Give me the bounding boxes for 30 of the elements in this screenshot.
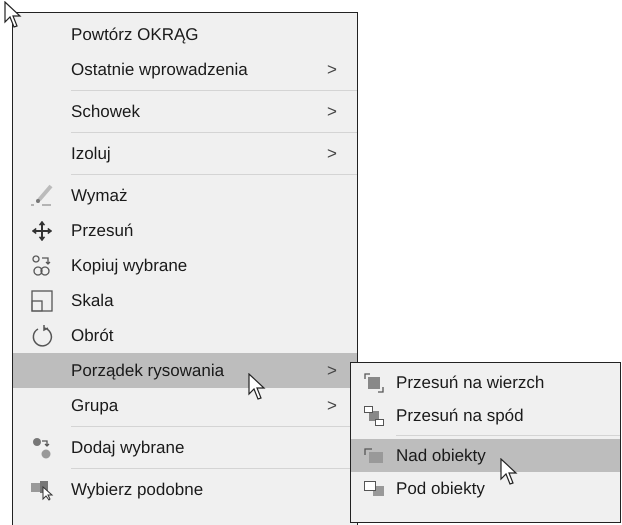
- menu-item[interactable]: Porządek rysowania >: [13, 353, 357, 388]
- menu-item[interactable]: Izoluj >: [13, 136, 357, 171]
- menu-item[interactable]: Powtórz OKRĄG: [13, 17, 357, 52]
- bring-above-icon: [362, 446, 384, 464]
- move-icon: [31, 220, 53, 242]
- menu-item[interactable]: Przesuń: [13, 213, 357, 248]
- menu-item[interactable]: Przesuń na spód: [351, 399, 620, 432]
- menu-item[interactable]: Schowek >: [13, 94, 357, 129]
- cursor-icon: [248, 373, 266, 401]
- cursor-icon: [500, 458, 518, 486]
- add-selection-icon: [31, 436, 53, 460]
- menu-item[interactable]: Kopiuj wybrane: [13, 248, 357, 283]
- menu-item[interactable]: Ostatnie wprowadzenia >: [13, 52, 357, 87]
- send-under-icon: [362, 480, 384, 498]
- bring-to-front-icon: [362, 372, 384, 394]
- copy-icon: [31, 254, 53, 278]
- select-similar-icon: [30, 478, 54, 500]
- submenu-arrow: >: [327, 100, 338, 123]
- rotate-icon: [30, 324, 54, 348]
- submenu-arrow: >: [327, 360, 338, 382]
- menu-item[interactable]: Skala: [13, 283, 357, 318]
- send-to-back-icon: [362, 404, 384, 426]
- menu-item[interactable]: Nad obiekty: [351, 439, 620, 472]
- menu-item[interactable]: Wymaż: [13, 178, 357, 213]
- submenu-arrow: >: [327, 58, 338, 81]
- menu-item[interactable]: Obrót: [13, 318, 357, 353]
- submenu-arrow: >: [327, 142, 338, 165]
- scale-icon: [30, 288, 54, 312]
- submenu-arrow: >: [327, 394, 338, 417]
- eraser-icon: [29, 184, 55, 208]
